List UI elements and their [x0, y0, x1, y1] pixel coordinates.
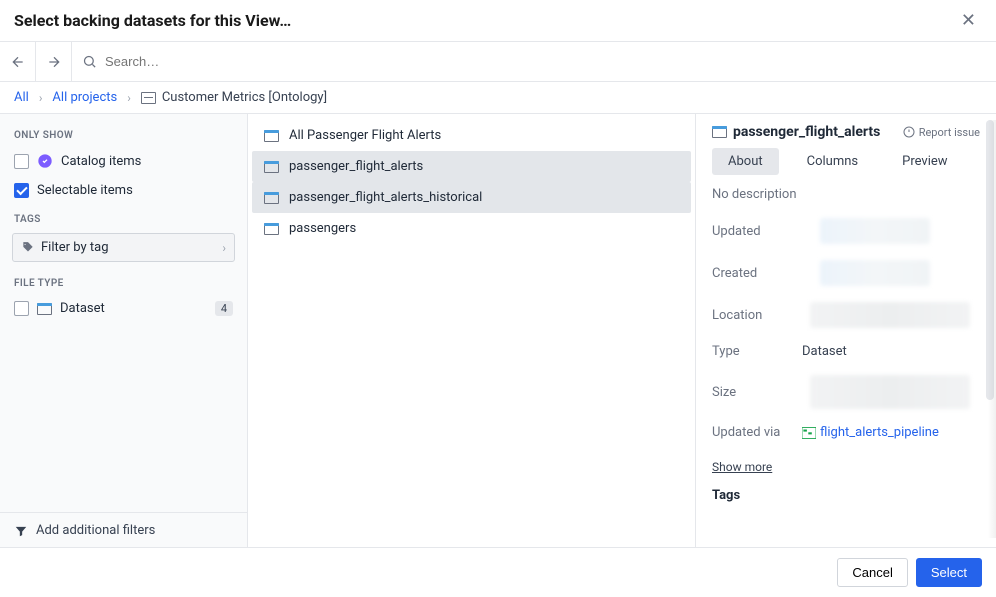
- report-issue-label: Report issue: [919, 126, 980, 139]
- only-show-label: ONLY SHOW: [14, 130, 235, 141]
- meta-label: Updated: [712, 224, 802, 239]
- details-title: passenger_flight_alerts: [712, 124, 880, 140]
- tab-preview[interactable]: Preview: [886, 148, 963, 175]
- dialog-header: Select backing datasets for this View… ✕: [0, 0, 996, 42]
- pipeline-link[interactable]: flight_alerts_pipeline: [802, 425, 939, 440]
- list-item[interactable]: passenger_flight_alerts_historical: [252, 182, 691, 213]
- filter-label: Catalog items: [61, 154, 141, 169]
- dialog-body: ONLY SHOW Catalog items Selectable items…: [0, 114, 996, 548]
- redacted-value-icon: [810, 375, 970, 409]
- add-filters-label: Add additional filters: [36, 523, 155, 538]
- tab-about[interactable]: About: [712, 148, 779, 175]
- filter-label: Selectable items: [37, 183, 133, 198]
- meta-label: Size: [712, 385, 802, 400]
- tags-label: TAGS: [14, 214, 235, 225]
- redacted-value-icon: [820, 218, 930, 244]
- file-type-label: FILE TYPE: [14, 278, 235, 289]
- dataset-icon: [264, 130, 279, 142]
- list-item-label: passengers: [289, 221, 356, 236]
- tab-columns[interactable]: Columns: [791, 148, 875, 175]
- checkbox-icon[interactable]: [14, 183, 29, 198]
- list-item-label: All Passenger Flight Alerts: [289, 128, 441, 143]
- pipeline-icon: [802, 427, 816, 439]
- chevron-right-icon: ›: [222, 241, 226, 255]
- dataset-list: All Passenger Flight Alerts passenger_fl…: [248, 114, 696, 548]
- filter-selectable-items[interactable]: Selectable items: [12, 179, 235, 202]
- breadcrumb-leaf-label: Customer Metrics [Ontology]: [162, 90, 327, 105]
- dataset-icon: [264, 223, 279, 235]
- checkbox-icon[interactable]: [14, 301, 29, 316]
- breadcrumb-root[interactable]: All: [14, 90, 29, 105]
- search-input[interactable]: [105, 54, 986, 69]
- chevron-right-icon: ›: [127, 91, 131, 105]
- details-tabs: About Columns Preview: [712, 148, 980, 175]
- verified-badge-icon: [37, 153, 53, 169]
- meta-type: Type Dataset: [712, 344, 980, 359]
- show-more-link[interactable]: Show more: [712, 460, 772, 474]
- close-icon[interactable]: ✕: [955, 10, 982, 31]
- list-item[interactable]: All Passenger Flight Alerts: [252, 120, 691, 151]
- meta-value: Dataset: [802, 344, 847, 359]
- dataset-icon: [37, 303, 52, 315]
- dialog-footer: Cancel Select: [0, 547, 996, 597]
- search-icon: [82, 54, 97, 69]
- meta-size: Size: [712, 375, 980, 409]
- filter-label: Dataset: [60, 301, 105, 316]
- meta-label: Location: [712, 308, 802, 323]
- tags-header: Tags: [712, 488, 980, 503]
- details-header: passenger_flight_alerts Report issue: [712, 124, 980, 140]
- chevron-right-icon: ›: [39, 91, 43, 105]
- description: No description: [712, 187, 980, 202]
- meta-label: Type: [712, 344, 802, 359]
- redacted-value-icon: [820, 260, 930, 286]
- redacted-value-icon: [810, 302, 970, 328]
- dataset-icon: [264, 161, 279, 173]
- filter-by-tag-label: Filter by tag: [41, 240, 109, 255]
- checkbox-icon[interactable]: [14, 154, 29, 169]
- count-badge: 4: [215, 301, 233, 316]
- forward-button[interactable]: [36, 42, 72, 81]
- meta-updated-via: Updated via flight_alerts_pipeline: [712, 425, 980, 440]
- list-item[interactable]: passenger_flight_alerts: [252, 151, 691, 182]
- filter-icon: [14, 524, 28, 538]
- list-item-label: passenger_flight_alerts_historical: [289, 190, 482, 205]
- arrow-right-icon: [46, 54, 62, 70]
- toolbar: [0, 42, 996, 82]
- breadcrumb: All › All projects › Customer Metrics [O…: [0, 82, 996, 114]
- filter-by-tag[interactable]: Filter by tag ›: [12, 233, 235, 262]
- dataset-icon: [712, 126, 727, 138]
- list-item[interactable]: passengers: [252, 213, 691, 244]
- sidebar-content: ONLY SHOW Catalog items Selectable items…: [0, 114, 247, 512]
- details-title-text: passenger_flight_alerts: [733, 124, 880, 140]
- tag-icon: [21, 241, 35, 255]
- meta-label: Updated via: [712, 425, 802, 440]
- details-panel: passenger_flight_alerts Report issue Abo…: [696, 114, 996, 548]
- meta-location: Location: [712, 302, 980, 328]
- cancel-button[interactable]: Cancel: [837, 558, 907, 587]
- arrow-left-icon: [10, 54, 26, 70]
- list-item-label: passenger_flight_alerts: [289, 159, 423, 174]
- scrollbar[interactable]: [986, 120, 994, 538]
- ontology-icon: [141, 92, 156, 104]
- select-button[interactable]: Select: [916, 558, 982, 587]
- back-button[interactable]: [0, 42, 36, 81]
- meta-label: Created: [712, 266, 802, 281]
- breadcrumb-leaf: Customer Metrics [Ontology]: [141, 90, 327, 105]
- meta-created: Created: [712, 260, 980, 286]
- sidebar: ONLY SHOW Catalog items Selectable items…: [0, 114, 248, 548]
- dataset-icon: [264, 192, 279, 204]
- filter-dataset[interactable]: Dataset 4: [12, 297, 235, 320]
- filter-catalog-items[interactable]: Catalog items: [12, 149, 235, 173]
- breadcrumb-project[interactable]: All projects: [52, 90, 117, 105]
- add-additional-filters[interactable]: Add additional filters: [0, 512, 247, 548]
- meta-updated: Updated: [712, 218, 980, 244]
- pipeline-link-text[interactable]: flight_alerts_pipeline: [820, 425, 939, 440]
- dialog-title: Select backing datasets for this View…: [14, 11, 291, 30]
- search-field[interactable]: [72, 54, 996, 69]
- report-issue[interactable]: Report issue: [903, 126, 980, 139]
- warning-icon: [903, 126, 915, 138]
